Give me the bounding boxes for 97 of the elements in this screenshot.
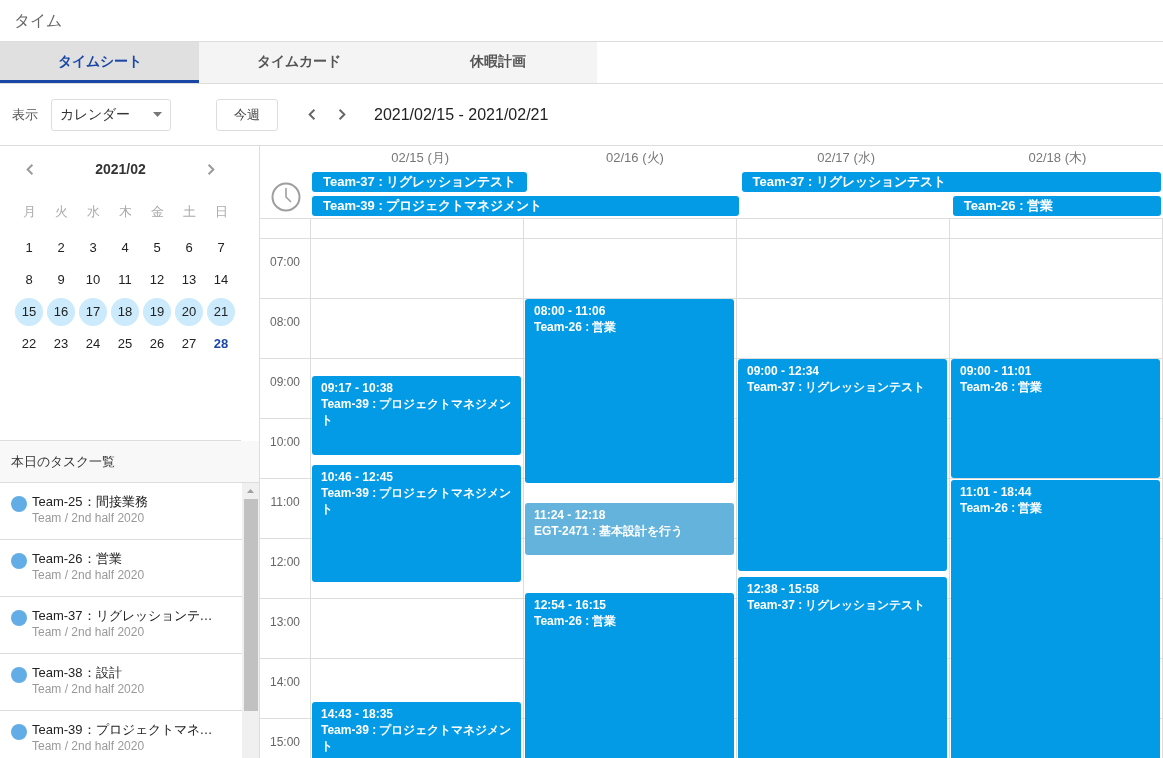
day-header: 02/18 (木) xyxy=(1027,149,1088,168)
next-week-icon[interactable] xyxy=(338,108,346,121)
event-time: 12:54 - 16:15 xyxy=(534,597,608,613)
weekday-label: 日 xyxy=(213,203,229,222)
calendar-day[interactable]: 28 xyxy=(207,330,235,358)
calendar-day[interactable]: 15 xyxy=(15,298,43,326)
month-label: 2021/02 xyxy=(95,159,146,179)
task-subtitle: Team / 2nd half 2020 xyxy=(32,567,145,584)
event-title: Team-39 : プロジェクトマネジメント xyxy=(321,396,512,428)
event-title: Team-26 : 営業 xyxy=(534,319,618,335)
event-title: Team-37 : リグレッションテスト xyxy=(747,379,927,395)
task-subtitle: Team / 2nd half 2020 xyxy=(32,738,146,755)
calendar-day[interactable]: 24 xyxy=(79,330,107,358)
tab[interactable]: 休暇計画 xyxy=(398,42,597,83)
hour-label: 07:00 xyxy=(270,254,300,267)
event-time: 11:24 - 12:18 xyxy=(534,507,607,523)
dropdown-caret-icon xyxy=(153,112,162,117)
event-title: Team-39 : プロジェクトマネジメント xyxy=(321,485,512,517)
weekday-label: 木 xyxy=(117,203,133,222)
weekday-label: 火 xyxy=(53,203,69,222)
calendar-day[interactable]: 17 xyxy=(79,298,107,326)
event-time: 14:43 - 18:35 xyxy=(321,706,395,722)
calendar-day[interactable]: 21 xyxy=(207,298,235,326)
page-title: タイム xyxy=(14,10,62,31)
calendar-day[interactable]: 10 xyxy=(79,266,107,294)
event-time: 12:38 - 15:58 xyxy=(747,581,821,597)
event-title: EGT-2471 : 基本設計を行う xyxy=(534,523,685,539)
weekday-label: 月 xyxy=(21,203,37,222)
task-title: Team-38：設計 xyxy=(32,664,123,681)
task-subtitle: Team / 2nd half 2020 xyxy=(32,624,146,641)
calendar-day[interactable]: 2 xyxy=(47,234,75,262)
calendar-day[interactable]: 14 xyxy=(207,266,235,294)
task-title: Team-25：間接業務 xyxy=(32,493,148,510)
calendar-day[interactable]: 27 xyxy=(175,330,203,358)
event-title: Team-37 : リグレッションテスト xyxy=(747,597,927,613)
calendar-day[interactable]: 7 xyxy=(207,234,235,262)
hour-label: 10:00 xyxy=(270,434,300,447)
day-header: 02/17 (水) xyxy=(816,149,877,168)
event-time: 11:01 - 18:44 xyxy=(960,484,1033,500)
calendar-day[interactable]: 4 xyxy=(111,234,139,262)
task-title: Team-39：プロジェクトマネ… xyxy=(32,721,213,738)
calendar-day[interactable]: 3 xyxy=(79,234,107,262)
calendar-day[interactable]: 16 xyxy=(47,298,75,326)
event-title: Team-26 : 営業 xyxy=(960,500,1044,516)
calendar-day[interactable]: 1 xyxy=(15,234,43,262)
task-title: Team-26：営業 xyxy=(32,550,123,567)
hour-label: 09:00 xyxy=(270,374,300,387)
task-subtitle: Team / 2nd half 2020 xyxy=(32,681,145,698)
hour-label: 08:00 xyxy=(270,314,300,327)
day-header: 02/15 (月) xyxy=(390,149,451,168)
task-title: Team-37：リグレッションテ… xyxy=(32,607,213,624)
calendar-day[interactable]: 25 xyxy=(111,330,139,358)
tab[interactable]: タイムシート xyxy=(0,42,199,83)
tab[interactable]: タイムカード xyxy=(199,42,398,83)
scroll-up-icon[interactable] xyxy=(247,489,254,493)
task-subtitle: Team / 2nd half 2020 xyxy=(32,510,146,527)
calendar-day[interactable]: 23 xyxy=(47,330,75,358)
calendar-day[interactable]: 26 xyxy=(143,330,171,358)
hour-label: 13:00 xyxy=(270,614,300,627)
calendar-day[interactable]: 18 xyxy=(111,298,139,326)
event-time: 09:00 - 12:34 xyxy=(747,363,821,379)
previous-month-icon[interactable] xyxy=(26,162,34,176)
date-range: 2021/02/15 - 2021/02/21 xyxy=(374,104,549,125)
next-month-icon[interactable] xyxy=(207,162,215,176)
event-time: 09:00 - 11:01 xyxy=(960,363,1033,379)
hour-label: 12:00 xyxy=(270,554,300,567)
weekday-label: 土 xyxy=(181,203,197,222)
calendar-day[interactable]: 11 xyxy=(111,266,139,294)
event-title: Team-39 : プロジェクトマネジメント xyxy=(321,722,512,754)
hour-label: 14:00 xyxy=(270,674,300,687)
calendar-day[interactable]: 9 xyxy=(47,266,75,294)
calendar-day[interactable]: 20 xyxy=(175,298,203,326)
event-title: Team-26 : 営業 xyxy=(960,379,1044,395)
calendar-day[interactable]: 12 xyxy=(143,266,171,294)
hour-label: 15:00 xyxy=(270,734,300,747)
calendar-day[interactable]: 22 xyxy=(15,330,43,358)
weekday-label: 金 xyxy=(149,203,165,222)
view-select[interactable]: カレンダー xyxy=(51,98,171,131)
event-time: 09:17 - 10:38 xyxy=(321,380,395,396)
calendar-day[interactable]: 19 xyxy=(143,298,171,326)
calendar-day[interactable]: 5 xyxy=(143,234,171,262)
previous-week-icon[interactable] xyxy=(308,108,316,121)
calendar-day[interactable]: 6 xyxy=(175,234,203,262)
scrollbar-thumb[interactable] xyxy=(243,499,258,711)
event-time: 08:00 - 11:06 xyxy=(534,303,607,319)
event-title: Team-26 : 営業 xyxy=(534,613,618,629)
calendar-day[interactable]: 13 xyxy=(175,266,203,294)
hour-label: 11:00 xyxy=(270,494,300,507)
day-header: 02/16 (火) xyxy=(605,149,665,168)
clock-icon xyxy=(270,182,301,212)
this-week-button[interactable]: 今週 xyxy=(216,98,278,131)
weekday-label: 水 xyxy=(85,203,101,222)
scrollbar[interactable] xyxy=(242,483,259,758)
task-list-title: 本日のタスク一覧 xyxy=(11,452,115,471)
calendar-day[interactable]: 8 xyxy=(15,266,43,294)
view-label: 表示 xyxy=(12,105,38,124)
event-time: 10:46 - 12:45 xyxy=(321,469,395,485)
